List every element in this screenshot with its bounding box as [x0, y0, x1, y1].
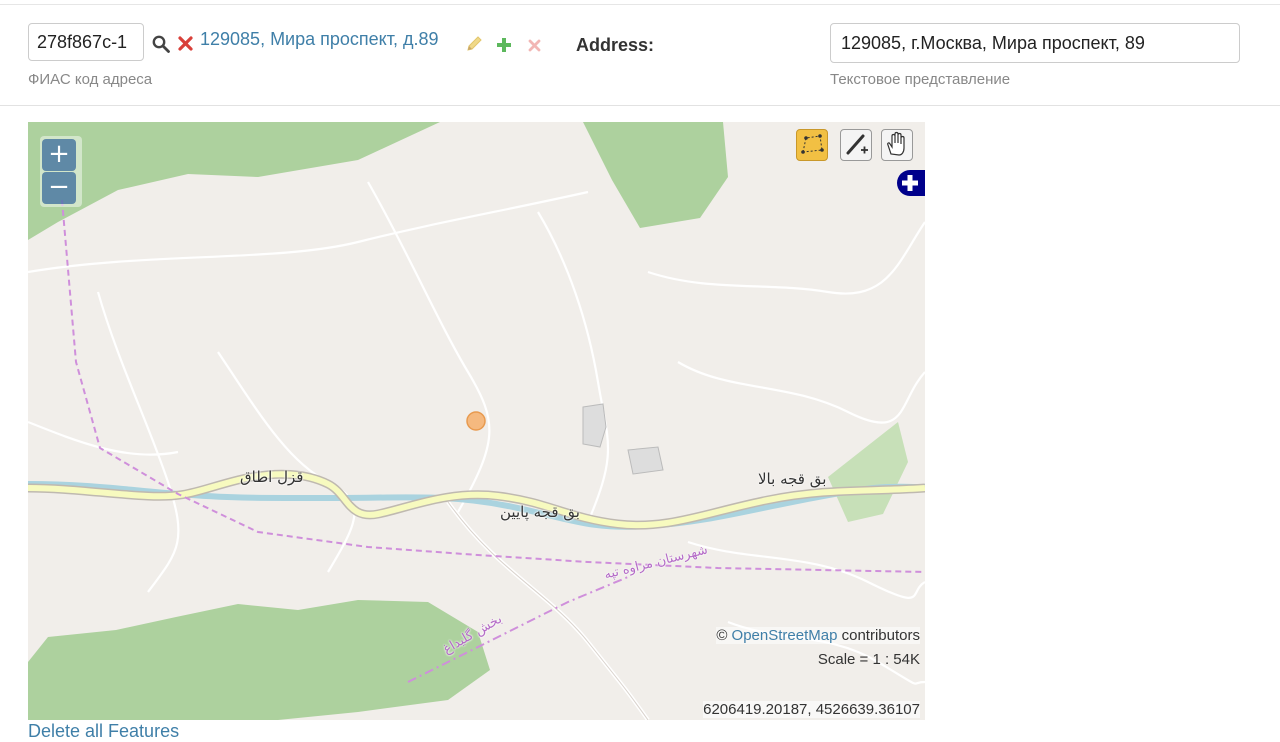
- plus-icon: [902, 175, 918, 191]
- attribution-suffix: contributors: [841, 627, 920, 644]
- fias-code-input[interactable]: [28, 23, 144, 61]
- zoom-out-button[interactable]: −: [42, 172, 76, 204]
- settlement: [627, 446, 664, 475]
- map-attribution: © OpenStreetMap contributors: [716, 627, 920, 644]
- address-form-row: ФИАС код адреса 129085, Мира проспект, д…: [0, 5, 1280, 106]
- delete-all-features-link[interactable]: Delete all Features: [28, 721, 179, 742]
- pencil-icon[interactable]: [465, 35, 483, 53]
- clear-icon[interactable]: [178, 36, 193, 51]
- address-text-input[interactable]: [830, 23, 1240, 63]
- remove-icon[interactable]: [528, 39, 541, 52]
- attribution-copyright: ©: [716, 627, 728, 644]
- location-marker[interactable]: [466, 411, 486, 431]
- draw-point-tool[interactable]: [840, 129, 872, 161]
- address-label: Address:: [576, 35, 655, 55]
- search-icon[interactable]: [152, 35, 170, 53]
- layer-switcher-button[interactable]: [897, 170, 925, 196]
- zoom-control: + −: [40, 136, 82, 207]
- place-label: قزل اطاق: [240, 468, 304, 486]
- place-label: بق قجه بالا: [758, 470, 827, 488]
- fias-help-text: ФИАС код адреса: [28, 71, 153, 88]
- draw-polygon-tool[interactable]: [796, 129, 828, 161]
- add-icon[interactable]: [496, 37, 512, 53]
- fias-address-link[interactable]: 129085, Мира проспект, д.89: [200, 29, 439, 50]
- polygon-icon: [801, 134, 824, 154]
- mouse-coordinates: 6206419.20187, 4526639.36107: [703, 701, 920, 718]
- hand-icon: [887, 131, 905, 156]
- pencil-plus-icon: [846, 134, 868, 155]
- navigate-tool[interactable]: [881, 129, 913, 161]
- zoom-in-button[interactable]: +: [42, 139, 76, 171]
- place-label: بق قجه پایین: [500, 503, 580, 521]
- address-help-text: Текстовое представление: [830, 71, 1011, 88]
- openstreetmap-link[interactable]: OpenStreetMap: [732, 627, 838, 644]
- map-viewport[interactable]: قزل اطاق بق قجه پایین بق قجه بالا شهرستا…: [28, 122, 925, 720]
- map-scale: Scale = 1 : 54K: [817, 651, 920, 668]
